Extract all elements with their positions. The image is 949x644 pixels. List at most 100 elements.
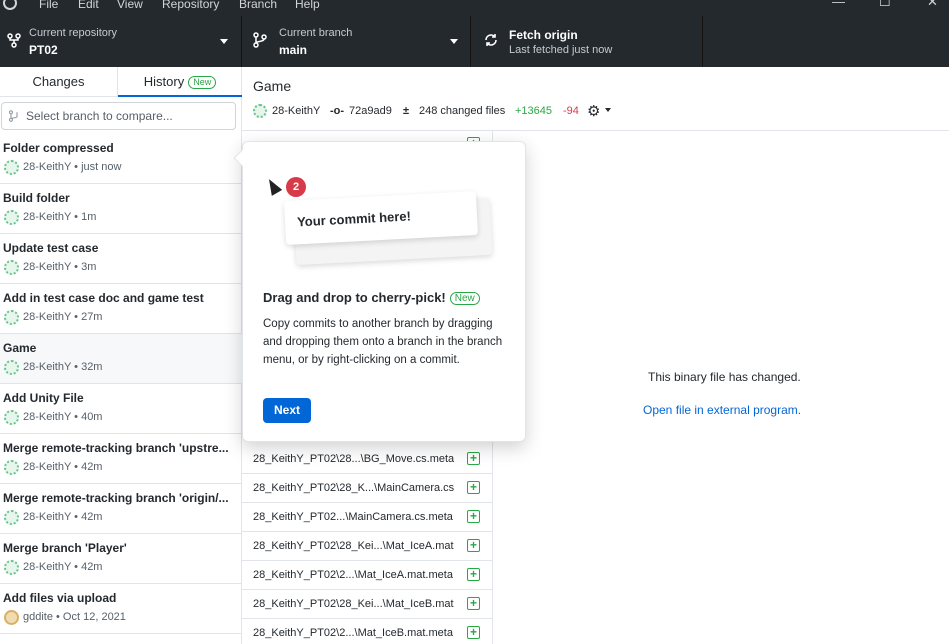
- commit-meta: 28-KeithY • 40m: [23, 411, 103, 423]
- tab-changes-label: Changes: [32, 74, 85, 89]
- file-path: 28_KeithY_PT02\28_Kei...\Mat_IceA.mat: [253, 540, 454, 552]
- commit-meta: 28-KeithY • 42m: [23, 511, 103, 523]
- count-badge: 2: [286, 177, 306, 197]
- close-icon[interactable]: ✕: [927, 0, 938, 10]
- popover-title-text: Drag and drop to cherry-pick!: [263, 290, 446, 305]
- avatar: [4, 410, 19, 425]
- menu-branch[interactable]: Branch: [239, 0, 277, 11]
- cursor-icon: [263, 176, 283, 196]
- avatar: [4, 260, 19, 275]
- commit-list-item[interactable]: Merge branch 'Player' 28-KeithY • 42m: [0, 534, 242, 584]
- new-badge: New: [188, 76, 217, 90]
- minimize-icon[interactable]: —: [832, 0, 845, 9]
- file-added-icon: +: [467, 539, 480, 552]
- gear-icon[interactable]: ⚙: [587, 102, 600, 120]
- fetch-status: Last fetched just now: [509, 44, 613, 56]
- file-row[interactable]: 28_KeithY_PT02...\MainCamera.cs.meta +: [242, 503, 492, 532]
- commit-title: Folder compressed: [3, 141, 114, 155]
- history-sidebar: Changes History New Select branch to comp…: [0, 67, 242, 644]
- commit-title: Merge remote-tracking branch 'origin/...: [3, 491, 229, 505]
- commit-meta: 28-KeithY • just now: [23, 161, 122, 173]
- file-path: 28_KeithY_PT02\2...\Mat_IceA.mat.meta: [253, 569, 453, 581]
- commit-title: Update test case: [3, 241, 99, 255]
- commit-meta: 28-KeithY • 1m: [23, 211, 97, 223]
- menu-help[interactable]: Help: [295, 0, 320, 11]
- next-button[interactable]: Next: [263, 398, 311, 423]
- repo-label: Current repository: [29, 27, 118, 39]
- avatar: [4, 560, 19, 575]
- new-badge: New: [449, 292, 480, 306]
- commit-title: Merge branch 'Player': [3, 541, 127, 555]
- file-row[interactable]: 28_KeithY_PT02\28_Kei...\Mat_IceA.mat +: [242, 532, 492, 561]
- chevron-down-icon: [450, 39, 458, 44]
- file-added-icon: +: [467, 510, 480, 523]
- github-logo-icon: [3, 0, 17, 10]
- branch-value: main: [279, 43, 308, 57]
- avatar: [4, 360, 19, 375]
- commit-list-item[interactable]: Update test case 28-KeithY • 3m: [0, 234, 242, 284]
- commit-sha: 72a9ad9: [349, 105, 392, 117]
- commit-title: Game: [3, 341, 37, 355]
- tab-changes[interactable]: Changes: [0, 67, 118, 97]
- maximize-icon[interactable]: ☐: [879, 0, 891, 10]
- file-path: 28_KeithY_PT02...\MainCamera.cs.meta: [253, 511, 453, 523]
- avatar: [4, 460, 19, 475]
- open-external-link[interactable]: Open file in external program.: [643, 403, 801, 417]
- avatar: [4, 310, 19, 325]
- tab-history[interactable]: History New: [118, 67, 242, 97]
- commit-list-item[interactable]: Merge remote-tracking branch 'origin/...…: [0, 484, 242, 534]
- file-added-icon: +: [467, 597, 480, 610]
- file-row[interactable]: 28_KeithY_PT02\2...\Mat_IceB.mat.meta +: [242, 619, 492, 644]
- menu-file[interactable]: File: [39, 0, 58, 11]
- tab-history-label: History: [143, 74, 185, 89]
- commit-author: 28-KeithY: [272, 105, 321, 117]
- file-row[interactable]: 28_KeithY_PT02\2...\Mat_IceA.mat.meta +: [242, 561, 492, 590]
- commit-list-item-selected[interactable]: Game 28-KeithY • 32m: [0, 334, 242, 384]
- commit-list-item[interactable]: Add Unity File 28-KeithY • 40m: [0, 384, 242, 434]
- chevron-down-icon[interactable]: [605, 108, 611, 112]
- commit-list-item[interactable]: Build folder 28-KeithY • 1m: [0, 184, 242, 234]
- commit-meta: 28-KeithY • 27m: [23, 311, 103, 323]
- commit-meta: 28-KeithY • 3m: [23, 261, 97, 273]
- cherry-pick-popover: Your commit here! 2 Drag and drop to che…: [233, 141, 526, 442]
- file-added-icon: +: [467, 568, 480, 581]
- commit-list-item[interactable]: Add files via upload gddite • Oct 12, 20…: [0, 584, 242, 634]
- branch-label: Current branch: [279, 27, 353, 39]
- commit-meta: 28-KeithY • 32m: [23, 361, 103, 373]
- current-repository-button[interactable]: Current repository PT02: [0, 16, 242, 67]
- commit-list-item[interactable]: Merge remote-tracking branch 'upstre... …: [0, 434, 242, 484]
- commit-list-item[interactable]: Folder compressed 28-KeithY • just now: [0, 134, 242, 184]
- file-row[interactable]: 28_KeithY_PT02\28...\BG_Move.cs.meta +: [242, 445, 492, 474]
- avatar: [4, 210, 19, 225]
- avatar: [4, 610, 19, 625]
- repo-value: PT02: [29, 43, 58, 57]
- file-row[interactable]: 28_KeithY_PT02\28_K...\MainCamera.cs +: [242, 474, 492, 503]
- title-bar: File Edit View Repository Branch Help — …: [0, 0, 949, 16]
- file-path: 28_KeithY_PT02\28_Kei...\Mat_IceB.mat: [253, 598, 454, 610]
- sidebar-tabs: Changes History New: [0, 67, 242, 97]
- deletions-count: -94: [563, 105, 579, 117]
- binary-file-message: This binary file has changed.: [648, 370, 801, 384]
- fetch-origin-button[interactable]: Fetch origin Last fetched just now: [471, 16, 703, 67]
- illustration-card-text: Your commit here!: [296, 208, 412, 230]
- additions-count: +13645: [515, 105, 553, 117]
- branch-compare-placeholder: Select branch to compare...: [26, 109, 173, 123]
- menu-edit[interactable]: Edit: [78, 0, 99, 11]
- menu-repository[interactable]: Repository: [162, 0, 219, 11]
- branch-compare-icon: [8, 110, 18, 122]
- branch-icon: [253, 32, 267, 48]
- commit-title: Add Unity File: [3, 391, 84, 405]
- menu-view[interactable]: View: [117, 0, 143, 11]
- current-branch-button[interactable]: Current branch main: [242, 16, 471, 67]
- chevron-down-icon: [220, 39, 228, 44]
- avatar: [4, 160, 19, 175]
- file-path: 28_KeithY_PT02\28...\BG_Move.cs.meta: [253, 453, 455, 465]
- toolbar: Current repository PT02 Current branch m…: [0, 16, 949, 67]
- file-added-icon: +: [467, 481, 480, 494]
- branch-compare-input[interactable]: Select branch to compare...: [1, 102, 236, 130]
- file-row[interactable]: 28_KeithY_PT02\28_Kei...\Mat_IceB.mat +: [242, 590, 492, 619]
- commit-list-item[interactable]: Add in test case doc and game test 28-Ke…: [0, 284, 242, 334]
- repo-icon: [7, 33, 21, 48]
- commit-title: Build folder: [3, 191, 70, 205]
- commit-title: Merge remote-tracking branch 'upstre...: [3, 441, 229, 455]
